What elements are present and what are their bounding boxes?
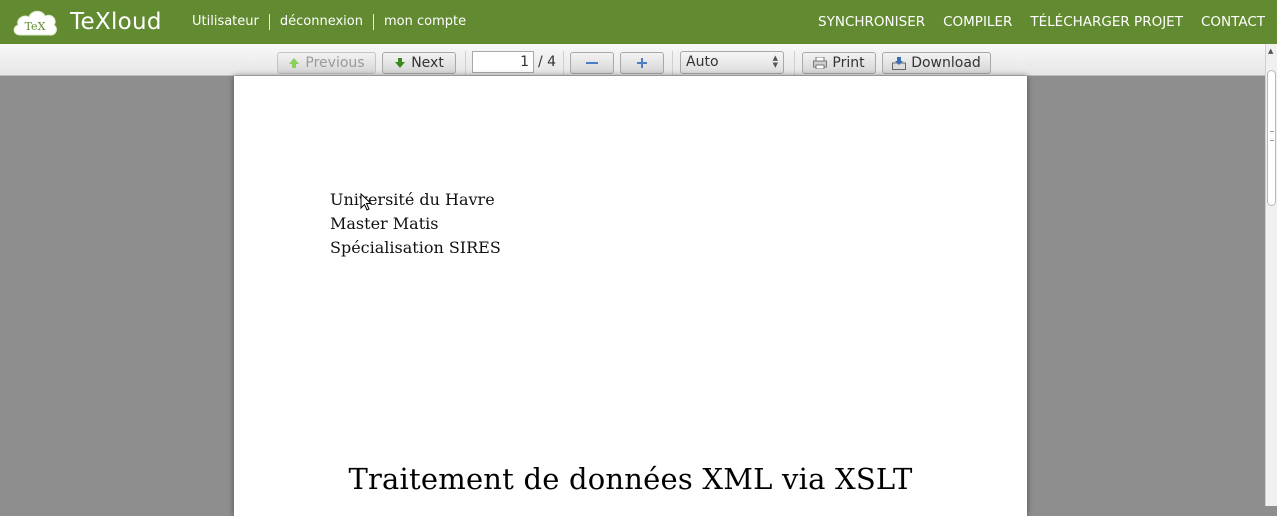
minus-icon: [586, 62, 598, 64]
pdf-toolbar: Previous Next / 4 Auto ▲▼ Print: [0, 44, 1265, 76]
scrollbar-thumb[interactable]: [1267, 70, 1276, 206]
zoom-value: Auto: [686, 54, 719, 70]
document-title: Traitement de données XML via XSLT: [348, 462, 913, 496]
nav-compiler[interactable]: COMPILER: [943, 14, 1012, 30]
toolbar-divider: [563, 51, 564, 75]
toolbar-divider: [672, 51, 673, 75]
nav-link-mon-compte[interactable]: mon compte: [372, 14, 476, 30]
cloud-logo-icon: TeX: [13, 10, 58, 36]
print-label: Print: [832, 55, 865, 71]
toolbar-divider: [794, 51, 795, 75]
nav-contact[interactable]: CONTACT: [1201, 14, 1265, 30]
vertical-scrollbar[interactable]: ▲: [1265, 44, 1277, 506]
printer-icon: [813, 57, 828, 69]
zoom-select[interactable]: Auto ▲ ▼: [680, 51, 784, 74]
header-line-specialisation: Spécialisation SIRES: [330, 238, 501, 257]
zoom-out-button[interactable]: [570, 52, 614, 74]
plus-icon: [637, 58, 647, 68]
nav-link-utilisateur[interactable]: Utilisateur: [182, 14, 269, 30]
download-icon: [892, 56, 907, 70]
logo-text: TeX: [25, 20, 46, 33]
header-line-university: Université du Havre: [330, 190, 495, 209]
scroll-up-arrow-icon[interactable]: ▲: [1268, 47, 1273, 55]
page-number-input[interactable]: [472, 51, 534, 73]
next-label: Next: [411, 55, 444, 71]
logo[interactable]: TeX: [10, 5, 60, 41]
page-total: / 4: [538, 54, 557, 70]
action-menu: SYNCHRONISER COMPILER TÉLÉCHARGER PROJET…: [800, 0, 1265, 44]
download-label: Download: [911, 55, 981, 71]
select-arrows-icon: ▲ ▼: [772, 54, 778, 69]
nav-synchroniser[interactable]: SYNCHRONISER: [818, 14, 925, 30]
arrow-down-icon: [395, 58, 406, 68]
grip-icon: [1270, 131, 1274, 141]
next-button[interactable]: Next: [382, 52, 456, 74]
toolbar-divider: [465, 51, 466, 75]
mouse-pointer-icon: [360, 193, 372, 211]
print-button[interactable]: Print: [802, 52, 876, 74]
nav-link-deconnexion[interactable]: déconnexion: [268, 14, 373, 30]
zoom-in-button[interactable]: [620, 52, 664, 74]
previous-label: Previous: [305, 55, 365, 71]
brand-name[interactable]: TeXloud: [70, 9, 162, 35]
top-navigation-bar: TeX TeXloud Utilisateur déconnexion mon …: [0, 0, 1277, 44]
header-line-master: Master Matis: [330, 214, 439, 233]
arrow-up-icon: [289, 58, 300, 68]
previous-button[interactable]: Previous: [277, 52, 376, 74]
pdf-page: Université du Havre Master Matis Spécial…: [234, 76, 1027, 516]
nav-telecharger-projet[interactable]: TÉLÉCHARGER PROJET: [1030, 14, 1183, 30]
user-links: Utilisateur déconnexion mon compte: [182, 0, 476, 44]
download-button[interactable]: Download: [882, 52, 991, 74]
